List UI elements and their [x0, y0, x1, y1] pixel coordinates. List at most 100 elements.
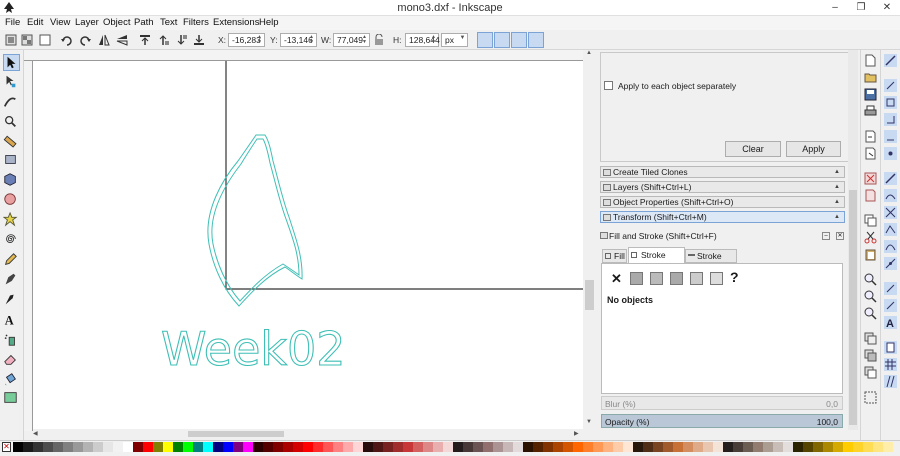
scroll-down-icon[interactable]: ▼: [586, 419, 592, 425]
palette-swatch[interactable]: [723, 442, 733, 452]
lock-icon[interactable]: [374, 34, 384, 46]
snap-intersections-icon[interactable]: [884, 206, 897, 219]
snap-grid-icon[interactable]: [884, 358, 897, 371]
palette-swatch[interactable]: [753, 442, 763, 452]
palette-swatch[interactable]: [333, 442, 343, 452]
palette-swatch[interactable]: [713, 442, 723, 452]
menu-text[interactable]: Text: [160, 17, 177, 28]
palette-swatch[interactable]: [323, 442, 333, 452]
palette-swatch[interactable]: [813, 442, 823, 452]
palette-swatch[interactable]: [483, 442, 493, 452]
palette-swatch[interactable]: [643, 442, 653, 452]
character-outline-inner[interactable]: [211, 138, 300, 302]
rotate-cw-icon[interactable]: [78, 33, 92, 47]
snap-bbox-edge-icon[interactable]: [884, 96, 897, 109]
palette-swatch[interactable]: [433, 442, 443, 452]
group-icon[interactable]: [864, 391, 877, 404]
paste-icon[interactable]: [864, 248, 877, 261]
x-spinner[interactable]: ▲ ▼: [256, 35, 263, 46]
palette-swatch[interactable]: [233, 442, 243, 452]
h-spinner[interactable]: ▲ ▼: [430, 35, 437, 46]
dock-scroll-thumb[interactable]: [849, 190, 857, 425]
flip-horizontal-icon[interactable]: [97, 33, 111, 47]
close-button[interactable]: ✕: [874, 0, 900, 16]
palette-swatch[interactable]: [313, 442, 323, 452]
linear-gradient-icon[interactable]: [650, 272, 663, 285]
palette-swatch[interactable]: [653, 442, 663, 452]
palette-swatch[interactable]: [293, 442, 303, 452]
menu-edit[interactable]: Edit: [27, 17, 43, 28]
snap-cusp-icon[interactable]: [884, 223, 897, 236]
palette-swatch[interactable]: [473, 442, 483, 452]
duplicate-icon[interactable]: [864, 332, 877, 345]
palette-swatch[interactable]: [353, 442, 363, 452]
palette-swatch[interactable]: [663, 442, 673, 452]
pen-tool[interactable]: [3, 272, 20, 289]
apply-button[interactable]: Apply: [786, 141, 841, 157]
no-paint-icon[interactable]: ✕: [611, 271, 622, 287]
vertical-scroll-thumb[interactable]: [585, 280, 594, 310]
unit-select[interactable]: px ▼: [441, 33, 468, 47]
palette-swatch[interactable]: [83, 442, 93, 452]
palette-swatch[interactable]: [633, 442, 643, 452]
palette-swatch[interactable]: [523, 442, 533, 452]
pencil-tool[interactable]: [3, 252, 20, 269]
palette-swatch[interactable]: [183, 442, 193, 452]
copy-icon[interactable]: [864, 214, 877, 227]
palette-swatch[interactable]: [393, 442, 403, 452]
snap-paths-icon[interactable]: [884, 189, 897, 202]
tab-fill[interactable]: Fill: [602, 249, 627, 263]
palette-swatch[interactable]: [773, 442, 783, 452]
zoom-page-icon[interactable]: [864, 307, 877, 320]
new-document-icon[interactable]: [864, 54, 877, 67]
palette-swatch[interactable]: [783, 442, 793, 452]
palette-swatch[interactable]: [503, 442, 513, 452]
print-icon[interactable]: [864, 105, 877, 118]
palette-swatch[interactable]: [403, 442, 413, 452]
palette-swatch[interactable]: [13, 442, 23, 452]
snap-centers-icon[interactable]: [884, 282, 897, 295]
scroll-up-icon[interactable]: ▲: [586, 50, 592, 56]
x-field[interactable]: -16,283 ▲ ▼: [228, 33, 265, 47]
select-all-icon[interactable]: [4, 33, 18, 47]
calligraphy-tool[interactable]: [3, 292, 20, 309]
palette-swatch[interactable]: [793, 442, 803, 452]
palette-swatch[interactable]: [43, 442, 53, 452]
palette-swatch[interactable]: [163, 442, 173, 452]
panel-transform[interactable]: Transform (Shift+Ctrl+M) ▲: [600, 211, 845, 223]
snap-text-baseline-icon[interactable]: A: [884, 316, 897, 329]
snap-bbox-corner-icon[interactable]: [884, 113, 897, 126]
palette-swatch[interactable]: [413, 442, 423, 452]
scroll-right-icon[interactable]: ▶: [574, 430, 579, 437]
snap-page-border-icon[interactable]: [884, 341, 897, 354]
palette-swatch[interactable]: [143, 442, 153, 452]
unlink-clone-icon[interactable]: [864, 366, 877, 379]
tab-stroke-paint[interactable]: Stroke paint: [628, 247, 685, 274]
zoom-selection-icon[interactable]: [864, 273, 877, 286]
palette-swatch[interactable]: [103, 442, 113, 452]
move-gradients-button[interactable]: [511, 32, 527, 48]
ellipse-tool[interactable]: [3, 192, 20, 209]
gradient-tool[interactable]: [3, 390, 20, 407]
palette-swatch[interactable]: [193, 442, 203, 452]
palette-swatch[interactable]: [93, 442, 103, 452]
palette-swatch[interactable]: [603, 442, 613, 452]
palette-swatch[interactable]: [763, 442, 773, 452]
save-icon[interactable]: [864, 88, 877, 101]
menu-path[interactable]: Path: [134, 17, 154, 28]
h-field[interactable]: 128,644 ▲ ▼: [405, 33, 440, 47]
3d-box-tool[interactable]: [3, 172, 20, 189]
palette-swatch[interactable]: [863, 442, 873, 452]
tab-stroke-style[interactable]: Stroke style: [685, 249, 737, 273]
snap-bbox-midpoint-icon[interactable]: [884, 130, 897, 143]
palette-swatch[interactable]: [493, 442, 503, 452]
palette-swatch[interactable]: [203, 442, 213, 452]
palette-swatch[interactable]: [583, 442, 593, 452]
node-tool[interactable]: [3, 74, 20, 91]
palette-swatch[interactable]: [273, 442, 283, 452]
palette-swatch[interactable]: [383, 442, 393, 452]
palette-swatch[interactable]: [453, 442, 463, 452]
horizontal-scrollbar[interactable]: ◀ ▶: [33, 429, 583, 439]
snap-toggle-icon[interactable]: [884, 54, 897, 67]
open-folder-icon[interactable]: [864, 71, 877, 84]
